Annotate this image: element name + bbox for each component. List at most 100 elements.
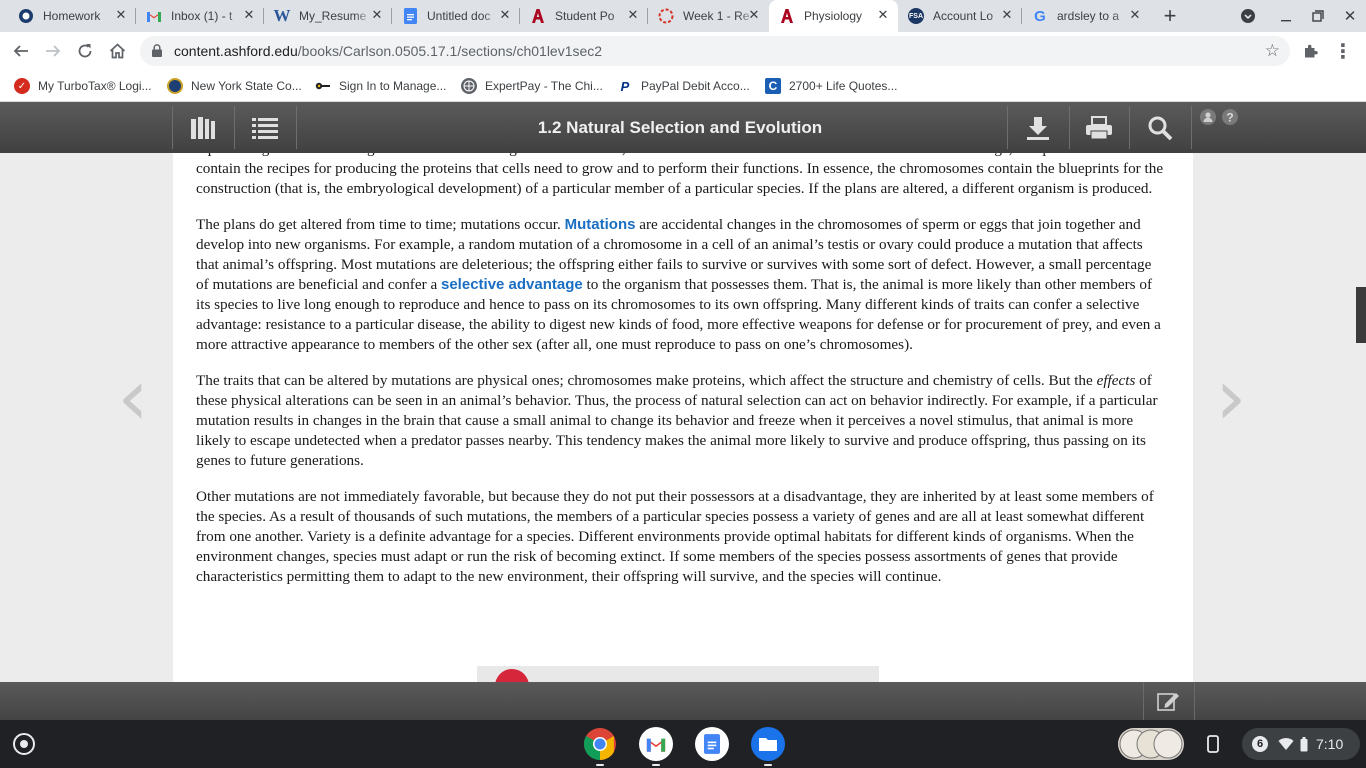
url-path: /books/Carlson.0505.17.1/sections/ch01le… <box>297 43 603 59</box>
menu-kebab-icon[interactable]: ⋮ <box>1330 38 1356 64</box>
tab-account-login[interactable]: FSA Account Lo ✕ <box>898 0 1022 32</box>
university-icon <box>779 8 795 24</box>
close-icon[interactable]: ✕ <box>1128 8 1142 22</box>
clock-time: 7:10 <box>1316 736 1344 752</box>
bookmark-label: New York State Co... <box>191 79 302 93</box>
paragraph: The traits that can be altered by mutati… <box>196 371 1166 471</box>
search-icon[interactable] <box>1130 102 1190 153</box>
loading-icon <box>658 8 674 24</box>
bookmarks-bar: ✓ My TurboTax® Logi... New York State Co… <box>0 70 1366 102</box>
paragraph: Other mutations are not immediately favo… <box>196 488 1154 585</box>
wifi-icon <box>1278 737 1294 750</box>
new-tab-button[interactable]: + <box>1158 3 1182 28</box>
paragraph-text: The traits that can be altered by mutati… <box>196 372 1097 389</box>
tab-title: Week 1 - Re <box>683 9 750 23</box>
close-icon[interactable]: ✕ <box>876 8 890 22</box>
bookmark-turbotax[interactable]: ✓ My TurboTax® Logi... <box>14 76 152 96</box>
turbotax-icon: ✓ <box>14 78 30 94</box>
notes-pencil-icon[interactable] <box>1143 682 1195 720</box>
home-button[interactable] <box>104 38 130 64</box>
back-button[interactable] <box>8 38 34 64</box>
previous-page-arrow-icon[interactable]: ‹ <box>108 359 158 437</box>
paypal-icon: P <box>620 78 630 94</box>
tab-title: Homework <box>43 9 101 23</box>
status-area[interactable]: 6 7:10 <box>1242 728 1360 760</box>
tab-week-1[interactable]: Week 1 - Re ✕ <box>648 0 769 32</box>
holding-space-thumbnails[interactable] <box>1118 728 1184 760</box>
tab-student-portal[interactable]: Student Po ✕ <box>520 0 648 32</box>
files-icon[interactable] <box>751 727 785 766</box>
section-title: 1.2 Natural Selection and Evolution <box>537 118 823 137</box>
launcher-icon[interactable] <box>13 733 35 755</box>
running-indicator <box>764 764 772 766</box>
tab-title: Untitled doc <box>427 9 491 23</box>
figure-preview <box>477 666 879 682</box>
bookmark-sign-in[interactable]: Sign In to Manage... <box>315 76 446 96</box>
bookmark-label: 2700+ Life Quotes... <box>789 79 898 93</box>
close-icon[interactable]: ✕ <box>114 8 128 22</box>
close-icon[interactable]: ✕ <box>498 8 512 22</box>
close-icon[interactable]: ✕ <box>1000 8 1014 22</box>
close-icon[interactable]: ✕ <box>242 8 256 22</box>
fsa-icon: FSA <box>908 8 924 24</box>
c-icon: C <box>765 78 781 94</box>
notification-count-badge: 6 <box>1252 736 1268 752</box>
globe-icon <box>461 78 477 94</box>
restore-button[interactable] <box>1306 4 1330 28</box>
gmail-app-icon[interactable] <box>639 727 673 766</box>
section-body: reproducing multicellular organism consi… <box>196 153 1166 603</box>
scrollbar-thumb[interactable] <box>1356 287 1366 343</box>
tab-untitled-doc[interactable]: Untitled doc ✕ <box>392 0 520 32</box>
tab-homework[interactable]: Homework ✕ <box>8 0 136 32</box>
tab-search-button[interactable] <box>1236 4 1260 28</box>
close-icon[interactable]: ✕ <box>626 8 640 22</box>
lock-icon <box>152 44 162 57</box>
tab-inbox[interactable]: Inbox (1) - t ✕ <box>136 0 264 32</box>
print-icon[interactable] <box>1070 102 1128 153</box>
divider <box>1191 106 1192 149</box>
tab-my-resume[interactable]: W My_Resume ✕ <box>264 0 392 32</box>
running-indicator <box>652 764 660 766</box>
library-icon[interactable] <box>173 102 233 153</box>
close-icon[interactable]: ✕ <box>370 8 384 22</box>
bookmark-label: Sign In to Manage... <box>339 79 447 93</box>
help-icon[interactable]: ? <box>1221 102 1239 132</box>
close-icon[interactable]: ✕ <box>747 8 761 22</box>
bookmark-life-quotes[interactable]: C 2700+ Life Quotes... <box>765 76 897 96</box>
minimize-button[interactable] <box>1274 4 1298 28</box>
tab-strip: Homework ✕ Inbox (1) - t ✕ W My_Resume ✕… <box>0 0 1366 32</box>
bookmark-nys[interactable]: New York State Co... <box>167 76 302 96</box>
forward-button[interactable] <box>40 38 66 64</box>
docs-icon <box>402 8 418 24</box>
divider <box>296 106 297 149</box>
bookmark-paypal[interactable]: P PayPal Debit Acco... <box>617 76 750 96</box>
battery-icon <box>1300 736 1308 751</box>
bookmark-expertpay[interactable]: ExpertPay - The Chi... <box>461 76 603 96</box>
word-icon: W <box>273 6 291 25</box>
phone-hub-icon[interactable] <box>1196 728 1230 760</box>
address-bar[interactable]: content.ashford.edu/books/Carlson.0505.1… <box>140 36 1290 66</box>
glossary-link-selective-advantage[interactable]: selective advantage <box>441 276 583 293</box>
svg-text:?: ? <box>1226 111 1233 125</box>
table-of-contents-icon[interactable] <box>235 102 295 153</box>
nys-seal-icon <box>167 78 183 94</box>
tab-ardsley[interactable]: G ardsley to a ✕ <box>1022 0 1150 32</box>
paragraph-text: The plans do get altered from time to ti… <box>196 216 565 233</box>
glossary-link-mutations[interactable]: Mutations <box>565 216 636 233</box>
download-icon[interactable] <box>1008 102 1068 153</box>
gmail-icon <box>146 8 162 24</box>
google-icon: G <box>1034 7 1046 25</box>
user-icon[interactable] <box>1199 102 1217 132</box>
reload-button[interactable] <box>72 38 98 64</box>
book-page: reproducing multicellular organism consi… <box>173 153 1193 682</box>
url-domain: content.ashford.edu <box>174 43 298 59</box>
chrome-icon[interactable] <box>583 727 617 766</box>
bookmark-star-icon[interactable]: ☆ <box>1265 41 1280 61</box>
tab-physiology[interactable]: Physiology ✕ <box>769 0 898 32</box>
docs-app-icon[interactable] <box>695 727 729 761</box>
running-indicator <box>596 764 604 766</box>
close-window-button[interactable]: ✕ <box>1338 4 1362 28</box>
url-text: content.ashford.edu/books/Carlson.0505.1… <box>174 43 602 59</box>
next-page-arrow-icon[interactable]: › <box>1206 359 1256 437</box>
extensions-puzzle-icon[interactable] <box>1298 38 1324 64</box>
